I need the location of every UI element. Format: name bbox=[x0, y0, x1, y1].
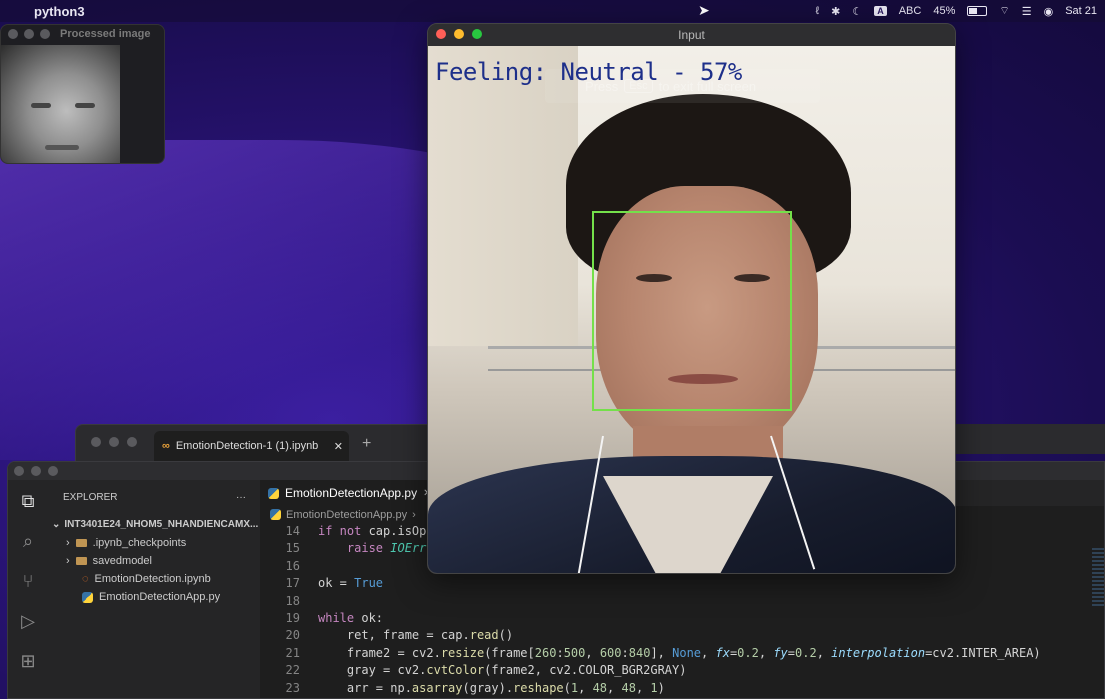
minimize-button[interactable] bbox=[454, 29, 464, 39]
folder-icon bbox=[75, 557, 87, 565]
python-icon bbox=[270, 509, 281, 520]
new-tab-button[interactable]: + bbox=[362, 435, 371, 453]
face-detection-box bbox=[592, 211, 792, 411]
close-button[interactable] bbox=[91, 437, 101, 447]
close-tab-icon[interactable]: ✕ bbox=[334, 440, 343, 453]
extensions-icon[interactable]: ⊞ bbox=[17, 650, 39, 672]
zoom-button[interactable] bbox=[127, 437, 137, 447]
tree-item-savedmodel[interactable]: › savedmodel bbox=[48, 552, 260, 570]
window-title: Input bbox=[678, 28, 705, 42]
status-area: ℓ ✱ ☾ A ABC 45% ⌔ ☰ ◉ Sat 21 bbox=[816, 0, 1097, 22]
python-icon bbox=[268, 487, 279, 499]
minimap[interactable] bbox=[1092, 548, 1104, 608]
folder-icon bbox=[75, 539, 87, 547]
infinity-icon: ∞ bbox=[162, 440, 170, 452]
menu-bar: python3 ℓ ✱ ☾ A ABC 45% ⌔ ☰ ◉ Sat 21 bbox=[0, 0, 1105, 22]
python-icon bbox=[82, 591, 93, 603]
explorer-root-folder[interactable]: ⌄ INT3401E24_NHOM5_NHANDIENCAMX... bbox=[48, 514, 260, 534]
processed-image-window[interactable]: Processed image bbox=[0, 24, 165, 164]
zoom-button[interactable] bbox=[472, 29, 482, 39]
keyboard-icon[interactable]: A bbox=[874, 6, 887, 16]
search-icon[interactable]: ⌕ bbox=[17, 530, 39, 552]
grayscale-face-image bbox=[1, 45, 120, 163]
tab-notebook[interactable]: ∞ EmotionDetection-1 (1).ipynb ✕ bbox=[154, 431, 349, 461]
tab-app-file[interactable]: EmotionDetectionApp.py ✕ bbox=[260, 480, 438, 506]
input-titlebar[interactable]: Input bbox=[428, 24, 955, 46]
app-name[interactable]: python3 bbox=[34, 4, 85, 19]
battery-icon[interactable] bbox=[967, 6, 988, 16]
chevron-right-icon: › bbox=[66, 555, 70, 567]
input-window[interactable]: Input Press Esc to exit full screen Feel… bbox=[427, 23, 956, 574]
minimize-button[interactable] bbox=[31, 466, 41, 476]
close-button[interactable] bbox=[8, 29, 18, 39]
notebook-window[interactable]: ∞ EmotionDetection-1 (1).ipynb ✕ + bbox=[75, 424, 435, 464]
minimize-button[interactable] bbox=[109, 437, 119, 447]
keyboard-label[interactable]: ABC bbox=[899, 5, 922, 17]
clock[interactable]: Sat 21 bbox=[1065, 5, 1097, 17]
wifi-icon[interactable]: ⌔ bbox=[999, 4, 1009, 18]
jupyter-icon: ◌ bbox=[82, 573, 89, 585]
control-center-icon[interactable]: ☰ bbox=[1022, 5, 1032, 18]
files-icon[interactable]: ⧉ bbox=[17, 490, 39, 512]
window-title: Processed image bbox=[60, 28, 151, 40]
battery-percent[interactable]: 45% bbox=[933, 5, 955, 17]
bluetooth-icon[interactable]: ✱ bbox=[831, 5, 840, 18]
run-debug-icon[interactable]: ▷ bbox=[17, 610, 39, 632]
siri-icon[interactable]: ◉ bbox=[1044, 5, 1054, 18]
zoom-button[interactable] bbox=[48, 466, 58, 476]
emotion-label: Feeling: Neutral - 57% bbox=[435, 58, 742, 86]
tree-item-checkpoints[interactable]: › .ipynb_checkpoints bbox=[48, 534, 260, 552]
chevron-right-icon: › bbox=[66, 537, 70, 549]
chevron-down-icon: ⌄ bbox=[52, 518, 61, 530]
explorer-title: EXPLORER bbox=[63, 491, 118, 503]
activity-bar: ⧉ ⌕ ⑂ ▷ ⊞ bbox=[8, 480, 48, 698]
mouse-cursor-icon: ➤ bbox=[698, 2, 710, 18]
processed-image-titlebar[interactable]: Processed image bbox=[1, 25, 164, 43]
tab-label: EmotionDetection-1 (1).ipynb bbox=[175, 440, 319, 452]
zoom-button[interactable] bbox=[40, 29, 50, 39]
tree-item-app[interactable]: EmotionDetectionApp.py bbox=[48, 588, 260, 606]
tree-item-notebook[interactable]: ◌ EmotionDetection.ipynb bbox=[48, 570, 260, 588]
close-button[interactable] bbox=[14, 466, 24, 476]
moon-icon[interactable]: ☾ bbox=[852, 5, 862, 18]
explorer-panel: EXPLORER ··· ⌄ INT3401E24_NHOM5_NHANDIEN… bbox=[48, 480, 260, 698]
minimize-button[interactable] bbox=[24, 29, 34, 39]
script-icon[interactable]: ℓ bbox=[816, 5, 820, 17]
close-button[interactable] bbox=[436, 29, 446, 39]
source-control-icon[interactable]: ⑂ bbox=[17, 570, 39, 592]
more-actions-icon[interactable]: ··· bbox=[236, 492, 246, 503]
camera-feed: Press Esc to exit full screen Feeling: N… bbox=[428, 46, 955, 573]
